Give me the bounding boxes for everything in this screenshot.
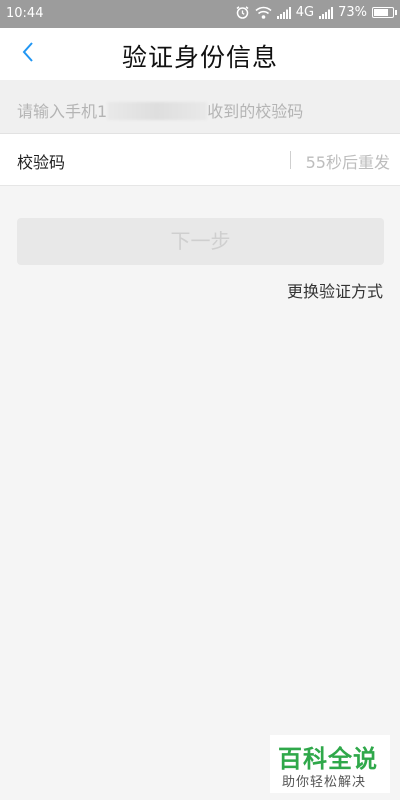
signal-icon [276, 6, 291, 19]
hint-suffix: 收到的校验码 [207, 102, 304, 121]
signal-icon-2 [319, 6, 334, 19]
masked-phone-number [107, 102, 208, 120]
next-button[interactable]: 下一步 [17, 218, 384, 265]
code-input[interactable] [90, 144, 280, 176]
hint-prefix: 请输入手机1 [17, 102, 108, 121]
page-title: 验证身份信息 [121, 43, 278, 72]
switch-verification-method-link[interactable]: 更换验证方式 [287, 278, 383, 302]
battery-fill [374, 9, 388, 16]
code-label: 校验码 [17, 153, 66, 172]
hint-text: 请输入手机1 收到的校验码 [17, 98, 303, 122]
resend-countdown[interactable]: 55秒后重发 [306, 149, 390, 173]
verification-hint: 请输入手机1 收到的校验码 [0, 80, 400, 134]
network-type: 4G [295, 5, 315, 20]
watermark-title: 百科全说 [278, 745, 378, 773]
divider [290, 151, 291, 169]
battery-percent: 73% [338, 5, 367, 20]
battery-icon [372, 7, 397, 18]
status-time: 10:44 [6, 6, 44, 21]
verification-code-row: 校验码 55秒后重发 [0, 134, 400, 186]
nav-bar: 验证身份信息 [0, 28, 400, 80]
wifi-icon [255, 6, 272, 20]
watermark-logo: 百科全说 助你轻松解决 [270, 735, 390, 793]
alarm-icon [235, 5, 250, 20]
status-bar: 10:44 4G 73% [0, 0, 400, 28]
watermark-subtitle: 助你轻松解决 [282, 775, 367, 790]
status-icons: 4G 73% [235, 5, 397, 20]
